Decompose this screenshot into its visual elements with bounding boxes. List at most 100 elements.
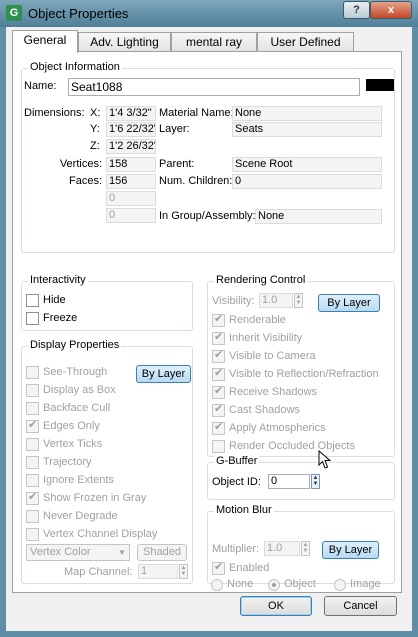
mouse-cursor-icon bbox=[318, 450, 332, 469]
num-children-label: Num. Children: bbox=[159, 175, 233, 187]
checkbox: ✔ bbox=[212, 421, 225, 435]
help-button[interactable]: ? bbox=[343, 1, 370, 19]
parent-label: Parent: bbox=[159, 158, 195, 170]
check-mark-icon: ✔ bbox=[28, 419, 38, 431]
cancel-button[interactable]: Cancel bbox=[324, 596, 397, 616]
checkbox: ✔ bbox=[26, 419, 39, 433]
visibility-spinner: ▲ ▼ bbox=[294, 293, 303, 308]
checkbox-label: Display as Box bbox=[43, 384, 116, 396]
checkbox-row: Display as Box bbox=[26, 384, 206, 398]
radio-object bbox=[268, 579, 280, 591]
hide-checkbox[interactable] bbox=[26, 294, 39, 307]
spinner-down-icon: ▼ bbox=[295, 300, 302, 306]
dimension-z-value: 1'2 26/32" bbox=[106, 139, 156, 154]
material-name-label: Material Name: bbox=[159, 107, 234, 119]
faces-value: 156 bbox=[106, 174, 156, 189]
close-button[interactable]: x bbox=[370, 1, 412, 19]
freeze-checkbox[interactable] bbox=[26, 312, 39, 325]
spinner-down-icon: ▼ bbox=[302, 548, 309, 554]
title-bar[interactable]: G Object Properties ? x bbox=[0, 0, 418, 27]
checkbox-label: Inherit Visibility bbox=[229, 332, 303, 344]
hide-label: Hide bbox=[43, 294, 66, 306]
extra-count-1: 0 bbox=[106, 191, 156, 206]
enabled-label: Enabled bbox=[229, 562, 270, 574]
checkbox-row: Trajectory bbox=[26, 456, 206, 470]
checkbox-label: Renderable bbox=[229, 314, 286, 326]
vertex-color-dropdown: Vertex Color ▼ bbox=[26, 544, 130, 561]
freeze-checkbox-row[interactable]: Freeze bbox=[26, 312, 176, 326]
g-buffer-title: G-Buffer bbox=[214, 455, 260, 467]
checkbox-row: See-Through bbox=[26, 366, 206, 380]
window-title: Object Properties bbox=[28, 6, 129, 21]
tab-user-defined[interactable]: User Defined bbox=[257, 32, 354, 52]
checkbox-row: Ignore Extents bbox=[26, 474, 206, 488]
checkbox-label: See-Through bbox=[43, 366, 108, 378]
checkbox-label: Vertex Channel Display bbox=[43, 528, 158, 540]
vertex-color-value: Vertex Color bbox=[30, 546, 91, 558]
checkbox bbox=[26, 438, 39, 451]
object-id-spinner[interactable]: ▲ ▼ bbox=[311, 474, 320, 489]
checkbox: ✔ bbox=[212, 385, 225, 399]
tab-adv-lighting[interactable]: Adv. Lighting bbox=[78, 32, 171, 52]
checkbox bbox=[26, 402, 39, 415]
spinner-down-icon: ▼ bbox=[180, 571, 187, 577]
map-channel-label: Map Channel: bbox=[64, 566, 133, 578]
checkbox-label: Visible to Camera bbox=[229, 350, 316, 362]
check-mark-icon: ✔ bbox=[214, 561, 224, 573]
tab-general[interactable]: General bbox=[12, 30, 78, 53]
ok-button[interactable]: OK bbox=[240, 596, 312, 616]
vertices-label: Vertices: bbox=[59, 158, 102, 170]
spinner-down-icon[interactable]: ▼ bbox=[312, 481, 319, 487]
z-label: Z: bbox=[90, 140, 100, 152]
multiplier-label: Multiplier: bbox=[212, 543, 260, 555]
dimension-y-value: 1'6 22/32" bbox=[106, 122, 156, 137]
enabled-checkbox: ✔ bbox=[212, 561, 225, 575]
object-id-field[interactable]: 0 bbox=[268, 474, 310, 489]
g-buffer-group: G-Buffer Object ID: 0 ▲ ▼ bbox=[207, 455, 395, 500]
radio-selected-dot-icon bbox=[272, 583, 276, 587]
motion-blur-type-radio-group: None Object Image bbox=[211, 578, 393, 592]
checkbox-row: ✔ Renderable bbox=[212, 313, 392, 328]
rendering-control-group: Rendering Control Visibility: 1.0 ▲ ▼ By… bbox=[207, 274, 395, 457]
multiplier-value: 1.0 bbox=[264, 541, 300, 556]
hide-checkbox-row[interactable]: Hide bbox=[26, 294, 176, 308]
display-properties-title: Display Properties bbox=[28, 339, 122, 351]
checkbox-label: Visible to Reflection/Refraction bbox=[229, 368, 379, 380]
checkbox-label: Trajectory bbox=[43, 456, 92, 468]
vertices-value: 158 bbox=[106, 157, 156, 172]
checkbox: ✔ bbox=[212, 367, 225, 381]
name-label: Name: bbox=[24, 80, 57, 92]
radio-none bbox=[211, 579, 223, 591]
checkbox-row: ✔ Inherit Visibility bbox=[212, 331, 392, 346]
checkbox bbox=[26, 510, 39, 523]
check-mark-icon: ✔ bbox=[28, 491, 38, 503]
visibility-label: Visibility: bbox=[212, 295, 255, 307]
checkbox-row: ✔ Visible to Reflection/Refraction bbox=[212, 367, 392, 382]
dimension-x-value: 1'4 3/32" bbox=[106, 106, 156, 121]
check-mark-icon: ✔ bbox=[214, 331, 224, 343]
checkbox-label: Receive Shadows bbox=[229, 386, 318, 398]
rendering-by-layer-button[interactable]: By Layer bbox=[318, 294, 380, 312]
checkbox-row: ✔ Cast Shadows bbox=[212, 403, 392, 418]
object-information-title: Object Information bbox=[28, 61, 122, 73]
checkbox-row: Never Degrade bbox=[26, 510, 206, 524]
check-mark-icon: ✔ bbox=[214, 385, 224, 397]
motion-blur-group: Motion Blur Multiplier: 1.0 ▲ ▼ By Layer… bbox=[207, 504, 395, 584]
dimensions-label: Dimensions: bbox=[24, 107, 85, 119]
checkbox bbox=[26, 528, 39, 541]
tab-mental-ray[interactable]: mental ray bbox=[171, 32, 257, 52]
checkbox-row: ✔ Receive Shadows bbox=[212, 385, 392, 400]
checkbox-label: Ignore Extents bbox=[43, 474, 114, 486]
visibility-value: 1.0 bbox=[259, 293, 293, 308]
enabled-checkbox-row: ✔ Enabled bbox=[212, 561, 332, 576]
checkbox: ✔ bbox=[212, 403, 225, 417]
object-color-swatch[interactable] bbox=[366, 79, 394, 91]
rendering-control-title: Rendering Control bbox=[214, 274, 308, 286]
name-field[interactable]: Seat1088 bbox=[68, 78, 360, 96]
checkbox-label: Apply Atmospherics bbox=[229, 422, 326, 434]
check-mark-icon: ✔ bbox=[214, 367, 224, 379]
motion-blur-by-layer-button[interactable]: By Layer bbox=[322, 541, 379, 559]
y-label: Y: bbox=[90, 123, 100, 135]
shaded-button: Shaded bbox=[137, 544, 187, 561]
dialog-client-area: General Adv. Lighting mental ray User De… bbox=[6, 27, 412, 631]
